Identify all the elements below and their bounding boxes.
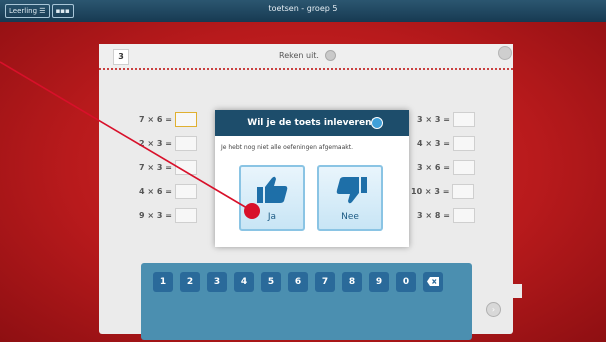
pointer-line	[0, 61, 253, 212]
pointer-annotation	[0, 61, 260, 219]
pointer-dot	[244, 203, 260, 219]
